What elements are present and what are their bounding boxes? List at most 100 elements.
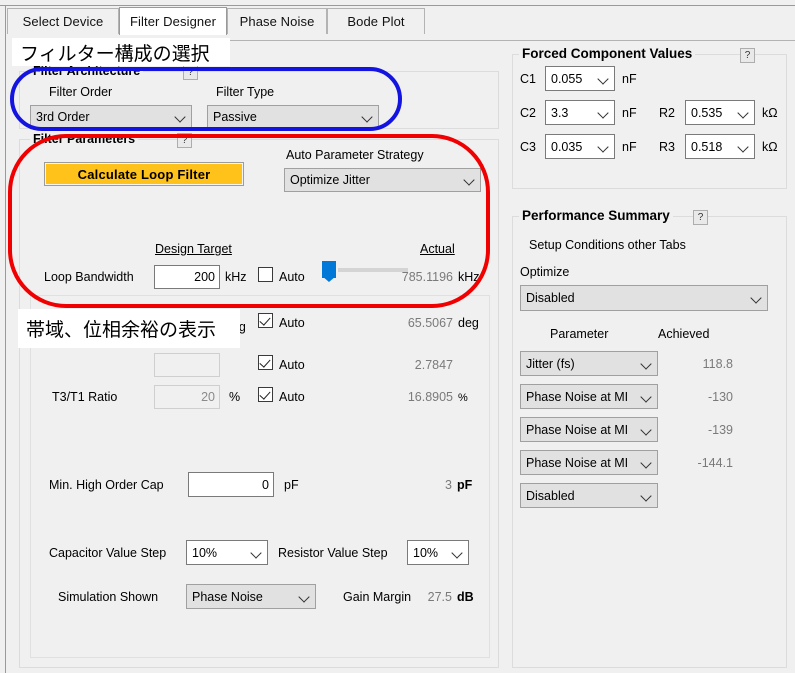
performance-summary-group: Performance Summary ? Setup Conditions o… <box>512 208 787 668</box>
window-frame-left <box>0 0 6 673</box>
min-high-order-cap-input[interactable]: 0 <box>188 472 274 497</box>
loop-bandwidth-label: Loop Bandwidth <box>44 270 134 284</box>
chevron-down-icon <box>599 108 608 117</box>
phase-margin-actual-unit: deg <box>458 316 479 330</box>
loop-bandwidth-auto-checkbox[interactable] <box>258 267 273 282</box>
r3-value: 0.518 <box>691 139 723 154</box>
gain-margin-label: Gain Margin <box>343 590 412 604</box>
summary-row-parameter-4[interactable]: Disabled <box>520 483 658 508</box>
tab-filter-designer[interactable]: Filter Designer <box>119 7 227 35</box>
auto-parameter-strategy-label: Auto Parameter Strategy <box>286 148 424 162</box>
r3-select[interactable]: 0.518 <box>685 134 755 159</box>
filter-order-label: Filter Order <box>49 85 113 99</box>
c3-select[interactable]: 0.035 <box>545 134 615 159</box>
tab-select-device[interactable]: Select Device <box>7 8 119 34</box>
c1-select[interactable]: 0.055 <box>545 66 615 91</box>
filter-type-select[interactable]: Passive <box>207 105 379 129</box>
r2-unit: kΩ <box>762 106 778 120</box>
t3t1-ratio-value: 20 <box>201 390 215 404</box>
t3t1-ratio-actual: 16.8905 <box>407 390 453 404</box>
summary-achieved-1: -130 <box>707 390 733 404</box>
filter-parameters-title: Filter Parameters <box>30 132 139 146</box>
filter-designer-pane: Filter Architecture ? Filter Order 3rd O… <box>7 34 794 672</box>
optimize-select[interactable]: Disabled <box>520 285 768 311</box>
optimize-label: Optimize <box>520 265 570 279</box>
auto-parameter-strategy-value: Optimize Jitter <box>290 173 370 187</box>
summary-achieved-0: 118.8 <box>702 357 733 371</box>
chevron-down-icon <box>176 112 185 121</box>
t3t1-ratio-auto-checkbox[interactable] <box>258 387 273 402</box>
summary-achieved-2: -139 <box>707 423 733 437</box>
summary-parameter-value-3: Phase Noise at MI <box>526 455 629 470</box>
gamma-auto-checkbox[interactable] <box>258 355 273 370</box>
architecture-annotation-note: フィルター構成の選択 <box>12 38 230 66</box>
design-target-header: Design Target <box>155 242 232 256</box>
capacitor-value-step-select[interactable]: 10% <box>186 540 268 565</box>
parameter-column-header: Parameter <box>550 327 609 341</box>
tab-phase-noise-label: Phase Noise <box>239 14 315 29</box>
forced-component-values-help-icon[interactable]: ? <box>740 48 755 63</box>
min-high-order-cap-value: 0 <box>262 477 269 492</box>
gain-margin-unit: dB <box>457 590 474 604</box>
loop-bandwidth-actual-unit: kHz <box>458 270 480 284</box>
filter-parameters-group: Filter Parameters ? Calculate Loop Filte… <box>19 132 499 668</box>
r3-label: R3 <box>659 140 675 154</box>
slider-thumb[interactable] <box>322 261 336 282</box>
summary-row-parameter-1[interactable]: Phase Noise at MI <box>520 384 658 409</box>
min-high-order-cap-actual-unit: pF <box>457 478 473 492</box>
forced-component-values-title: Forced Component Values <box>519 46 696 61</box>
capacitor-value-step-label: Capacitor Value Step <box>49 546 167 560</box>
filter-order-select[interactable]: 3rd Order <box>30 105 192 129</box>
filter-parameters-help-icon[interactable]: ? <box>177 133 192 148</box>
resistor-value-step-value: 10% <box>413 545 439 560</box>
calculate-loop-filter-label: Calculate Loop Filter <box>77 166 211 182</box>
chevron-down-icon <box>465 175 474 184</box>
summary-parameter-value-2: Phase Noise at MI <box>526 422 629 437</box>
tab-bode-plot[interactable]: Bode Plot <box>327 8 425 34</box>
loop-bandwidth-input[interactable]: 200 <box>154 265 220 289</box>
min-high-order-cap-actual: 3 <box>445 478 452 492</box>
tab-phase-noise[interactable]: Phase Noise <box>227 8 327 34</box>
tab-select-device-label: Select Device <box>22 14 104 29</box>
summary-row-parameter-3[interactable]: Phase Noise at MI <box>520 450 658 475</box>
r2-select[interactable]: 0.535 <box>685 100 755 125</box>
chevron-down-icon <box>642 425 651 434</box>
parameters-annotation-text: 帯域、位相余裕の表示 <box>26 319 217 341</box>
loop-bandwidth-actual: 785.1196 <box>401 270 453 284</box>
c1-label: C1 <box>520 72 536 86</box>
summary-parameter-value-1: Phase Noise at MI <box>526 389 629 404</box>
gamma-input[interactable] <box>154 353 220 377</box>
chevron-down-icon <box>739 108 748 117</box>
t3t1-ratio-actual-unit: % <box>458 392 468 404</box>
resistor-value-step-select[interactable]: 10% <box>407 540 469 565</box>
c3-label: C3 <box>520 140 536 154</box>
summary-row-parameter-2[interactable]: Phase Noise at MI <box>520 417 658 442</box>
c2-value: 3.3 <box>551 105 569 120</box>
forced-component-values-group: Forced Component Values ? C1 0.055 nF C2… <box>512 46 787 189</box>
simulation-shown-label: Simulation Shown <box>58 590 159 604</box>
filter-architecture-group: Filter Architecture ? Filter Order 3rd O… <box>19 64 499 129</box>
phase-margin-auto-label: Auto <box>279 316 305 330</box>
c1-unit: nF <box>622 72 637 86</box>
tab-strip: Select Device Filter Designer Phase Nois… <box>7 7 795 42</box>
filter-order-value: 3rd Order <box>36 110 90 124</box>
auto-parameter-strategy-select[interactable]: Optimize Jitter <box>284 168 481 192</box>
optimize-value: Disabled <box>526 291 575 305</box>
phase-margin-auto-checkbox[interactable] <box>258 313 273 328</box>
chevron-down-icon <box>300 592 309 601</box>
summary-achieved-3: -144.1 <box>697 456 733 470</box>
filter-architecture-help-icon[interactable]: ? <box>183 65 198 80</box>
achieved-column-header: Achieved <box>658 327 710 341</box>
min-high-order-cap-label: Min. High Order Cap <box>49 478 164 492</box>
simulation-shown-value: Phase Noise <box>192 589 263 604</box>
simulation-shown-select[interactable]: Phase Noise <box>186 584 316 609</box>
summary-row-parameter-0[interactable]: Jitter (fs) <box>520 351 658 376</box>
window-frame-top <box>0 0 795 6</box>
t3t1-ratio-input[interactable]: 20 <box>154 385 220 409</box>
calculate-loop-filter-button[interactable]: Calculate Loop Filter <box>44 162 244 186</box>
parameters-annotation-note: 帯域、位相余裕の表示 <box>18 309 240 348</box>
performance-summary-help-icon[interactable]: ? <box>693 210 708 225</box>
application-window: Select Device Filter Designer Phase Nois… <box>0 0 795 673</box>
filter-architecture-title: Filter Architecture <box>30 64 144 78</box>
c2-select[interactable]: 3.3 <box>545 100 615 125</box>
